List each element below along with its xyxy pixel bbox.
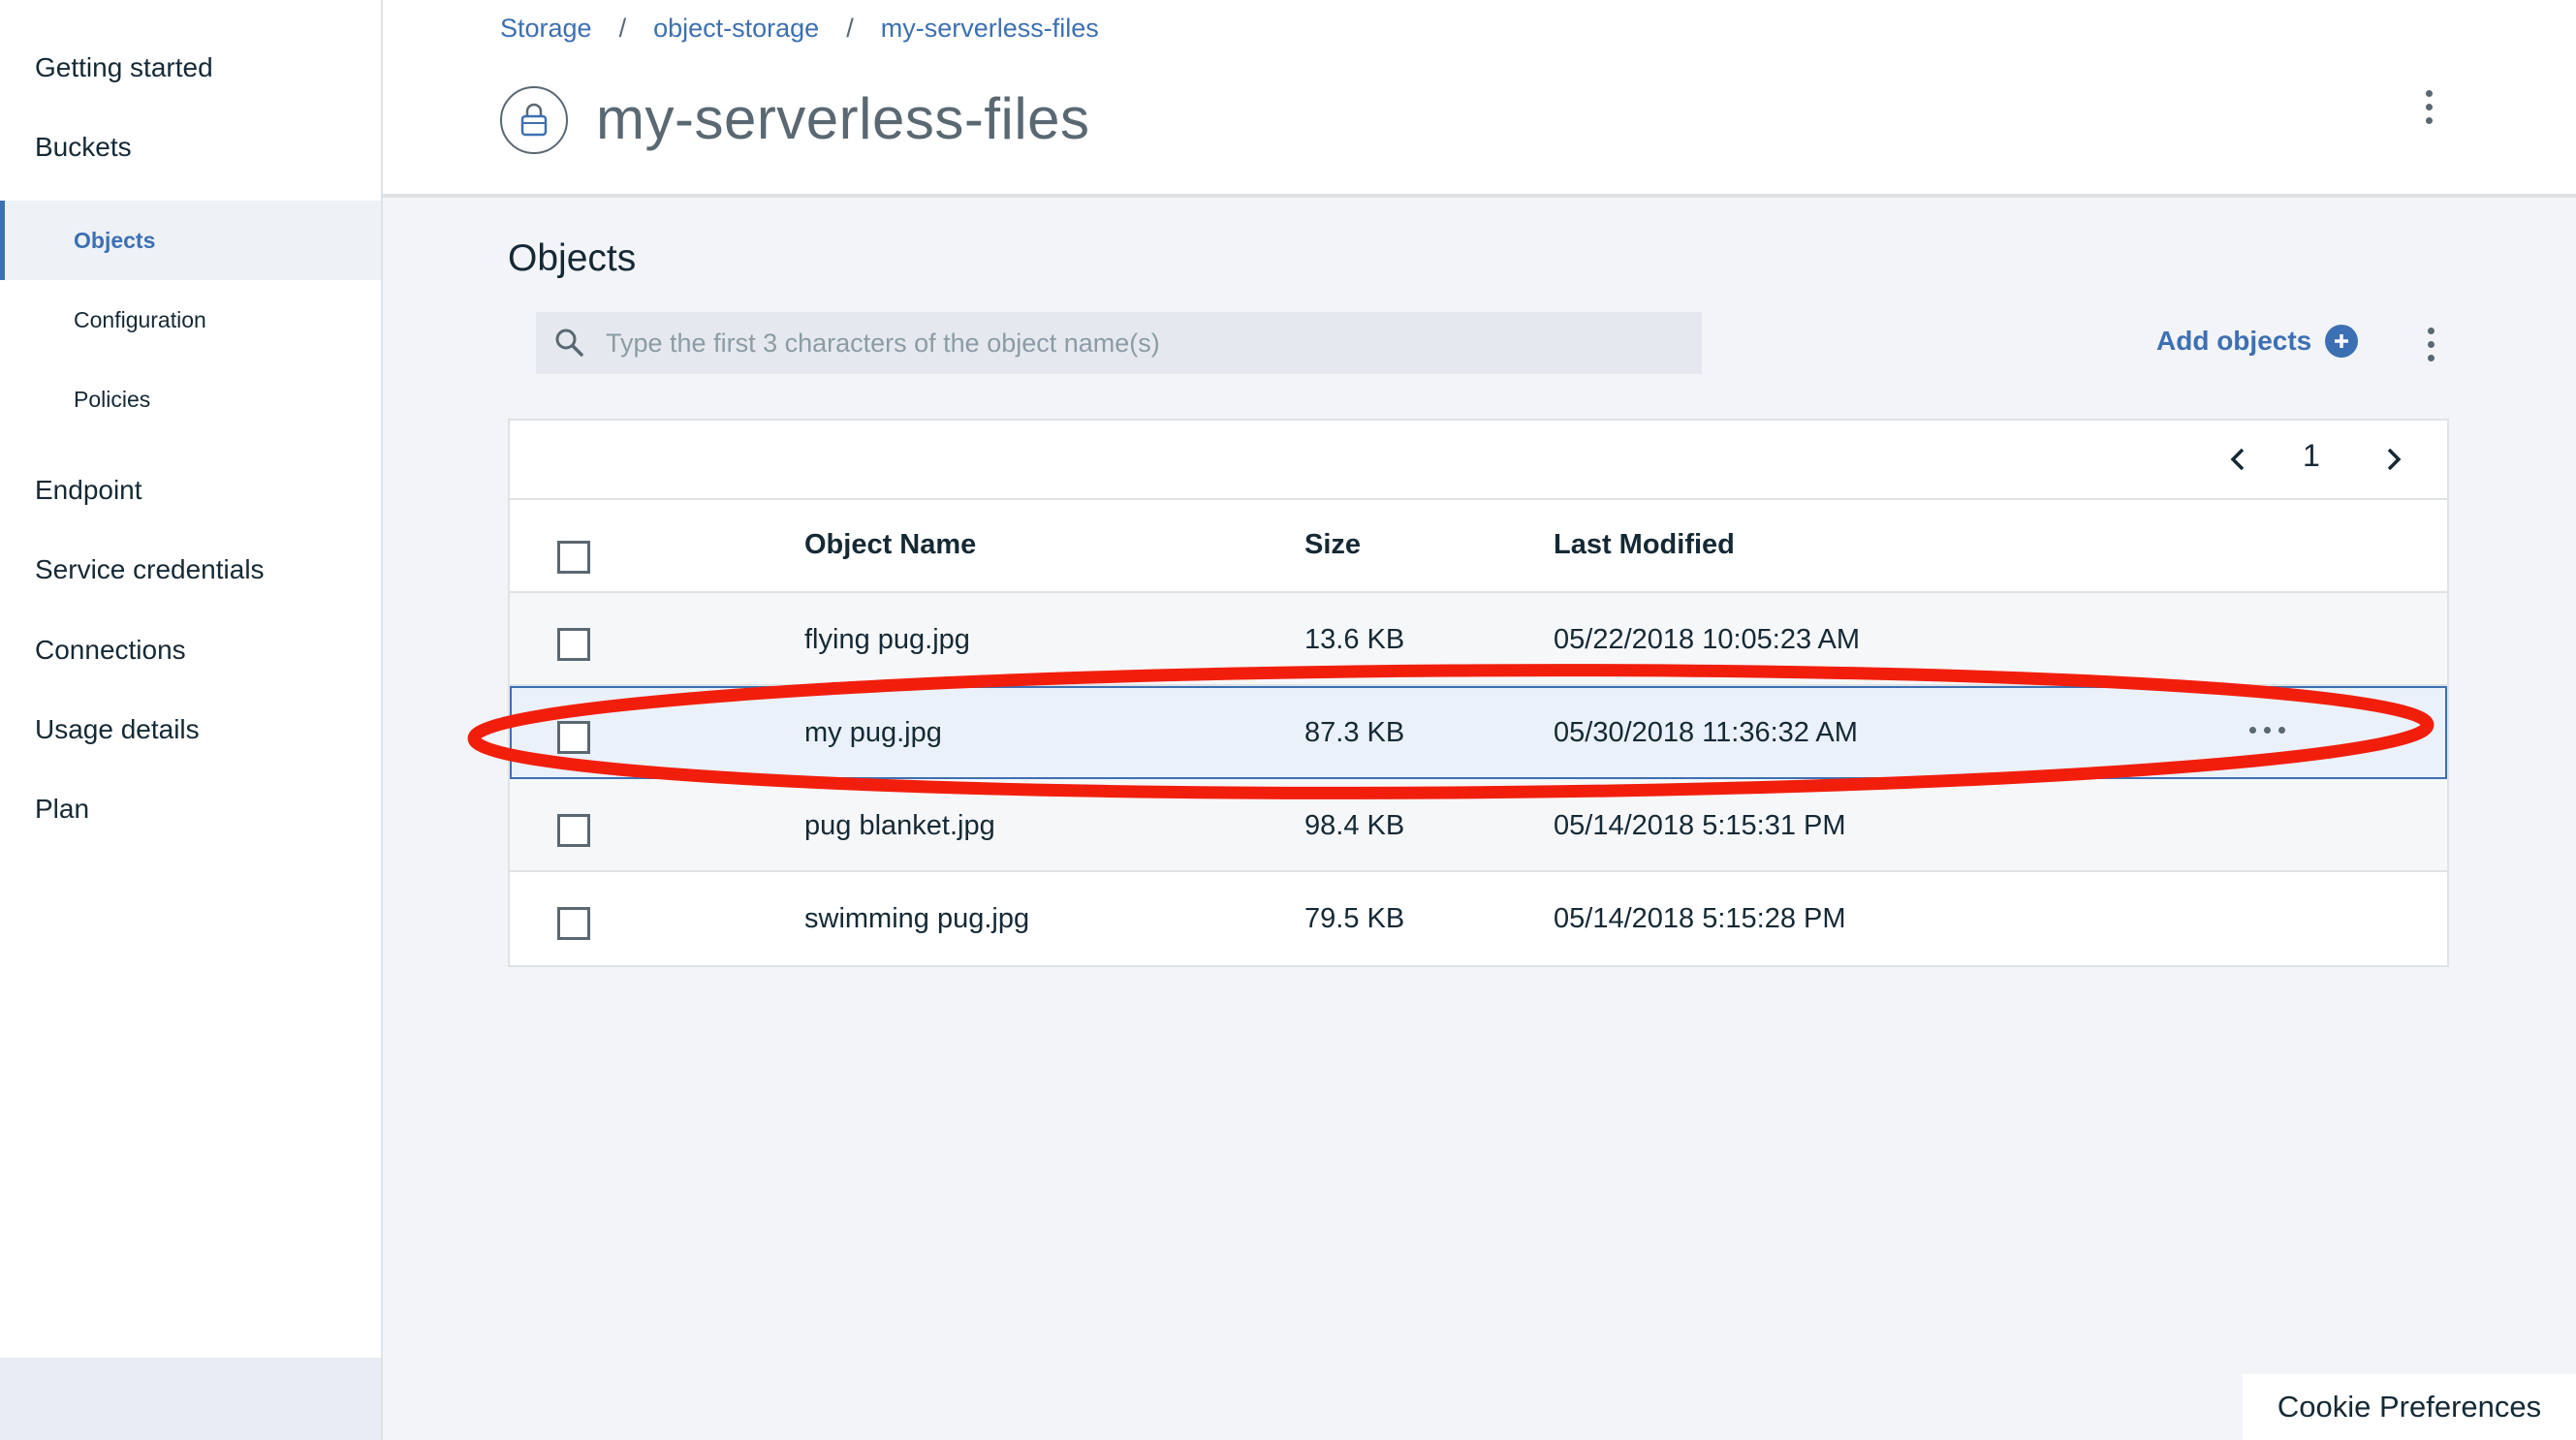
sidebar-item-label: Objects [74,228,156,253]
sidebar-item-buckets[interactable]: Buckets [0,108,381,187]
sidebar-footer [0,1358,381,1440]
select-all-checkbox[interactable] [557,541,590,574]
sidebar-item-label: Plan [35,794,90,824]
sidebar-item-policies[interactable]: Policies [0,360,381,439]
overflow-menu-vertical-icon[interactable] [2416,315,2445,373]
cookie-preferences-button[interactable]: Cookie Preferences [2243,1374,2576,1440]
cookie-preferences-label: Cookie Preferences [2277,1390,2542,1424]
breadcrumb-separator: / [846,14,854,43]
pagination-bar: 1 [510,421,2447,500]
sidebar-item-plan[interactable]: Plan [0,769,381,849]
object-name[interactable]: swimming pug.jpg [804,872,1029,965]
sidebar-item-service-credentials[interactable]: Service credentials [0,530,381,610]
sidebar-item-endpoint[interactable]: Endpoint [0,451,381,530]
column-header-size[interactable]: Size [1304,500,1361,593]
objects-table: 1 Object Name Size Last Modified flying … [508,419,2449,967]
object-size: 79.5 KB [1304,903,1405,934]
row-checkbox[interactable] [557,628,590,661]
add-objects-label: Add objects [2156,326,2312,356]
sidebar-item-objects[interactable]: Objects [0,201,381,280]
table-row[interactable]: my pug.jpg 87.3 KB 05/30/2018 11:36:32 A… [510,686,2447,779]
row-checkbox[interactable] [557,907,590,940]
object-size: 13.6 KB [1304,624,1405,655]
object-last-modified: 05/14/2018 5:15:28 PM [1554,903,1846,934]
overflow-menu-horizontal-icon[interactable] [2249,727,2285,734]
table-row[interactable]: swimming pug.jpg 79.5 KB 05/14/2018 5:15… [510,872,2447,965]
bucket-lock-icon [500,86,568,154]
sidebar-item-label: Endpoint [35,475,142,505]
sidebar-item-label: Getting started [35,52,213,82]
object-name[interactable]: my pug.jpg [804,686,942,779]
object-size: 98.4 KB [1304,810,1405,841]
object-size: 87.3 KB [1304,717,1405,748]
sidebar-item-label: Policies [74,387,151,412]
column-header-object-name[interactable]: Object Name [804,500,976,593]
row-checkbox[interactable] [557,721,590,754]
object-name[interactable]: flying pug.jpg [804,593,970,686]
page-number: 1 [2303,438,2320,473]
chevron-right-icon[interactable] [2376,442,2411,477]
section-title: Objects [508,237,637,279]
page-header: Storage / object-storage / my-serverless-fil… [383,0,2576,198]
add-circle-icon [2325,325,2359,358]
sidebar-item-label: Usage details [35,714,200,744]
object-last-modified: 05/30/2018 11:36:32 AM [1554,717,1858,748]
column-header-last-modified[interactable]: Last Modified [1554,500,1735,593]
sidebar-item-getting-started[interactable]: Getting started [0,28,381,108]
breadcrumb-separator: / [618,14,627,43]
add-objects-button[interactable]: Add objects [2156,320,2359,362]
table-row[interactable]: pug blanket.jpg 98.4 KB 05/14/2018 5:15:… [510,779,2447,872]
breadcrumb-link-bucket[interactable]: my-serverless-files [881,14,1099,43]
sidebar-item-usage-details[interactable]: Usage details [0,690,381,769]
search-icon [536,327,604,360]
row-checkbox[interactable] [557,814,590,847]
search-bar [536,312,1702,374]
table-header-row: Object Name Size Last Modified [510,500,2447,593]
search-input[interactable] [604,327,1702,360]
sidebar-item-label: Connections [35,635,186,665]
breadcrumb-link-storage[interactable]: Storage [500,14,592,43]
breadcrumb-link-object-storage[interactable]: object-storage [653,14,819,43]
page-title: my-serverless-files [596,86,1090,151]
sidebar-item-connections[interactable]: Connections [0,610,381,690]
overflow-menu-vertical-icon[interactable] [2414,78,2443,136]
breadcrumb: Storage / object-storage / my-serverless-fil… [500,14,1099,44]
object-name[interactable]: pug blanket.jpg [804,779,995,872]
sidebar-item-label: Service credentials [35,554,265,584]
chevron-left-icon[interactable] [2220,442,2255,477]
object-last-modified: 05/14/2018 5:15:31 PM [1554,810,1846,841]
sidebar-item-configuration[interactable]: Configuration [0,280,381,360]
sidebar-item-label: Configuration [74,307,206,332]
sidebar: Getting started Buckets Objects Configur… [0,0,383,1440]
object-last-modified: 05/22/2018 10:05:23 AM [1554,624,1861,655]
table-row[interactable]: flying pug.jpg 13.6 KB 05/22/2018 10:05:… [510,593,2447,686]
sidebar-item-label: Buckets [35,132,132,162]
